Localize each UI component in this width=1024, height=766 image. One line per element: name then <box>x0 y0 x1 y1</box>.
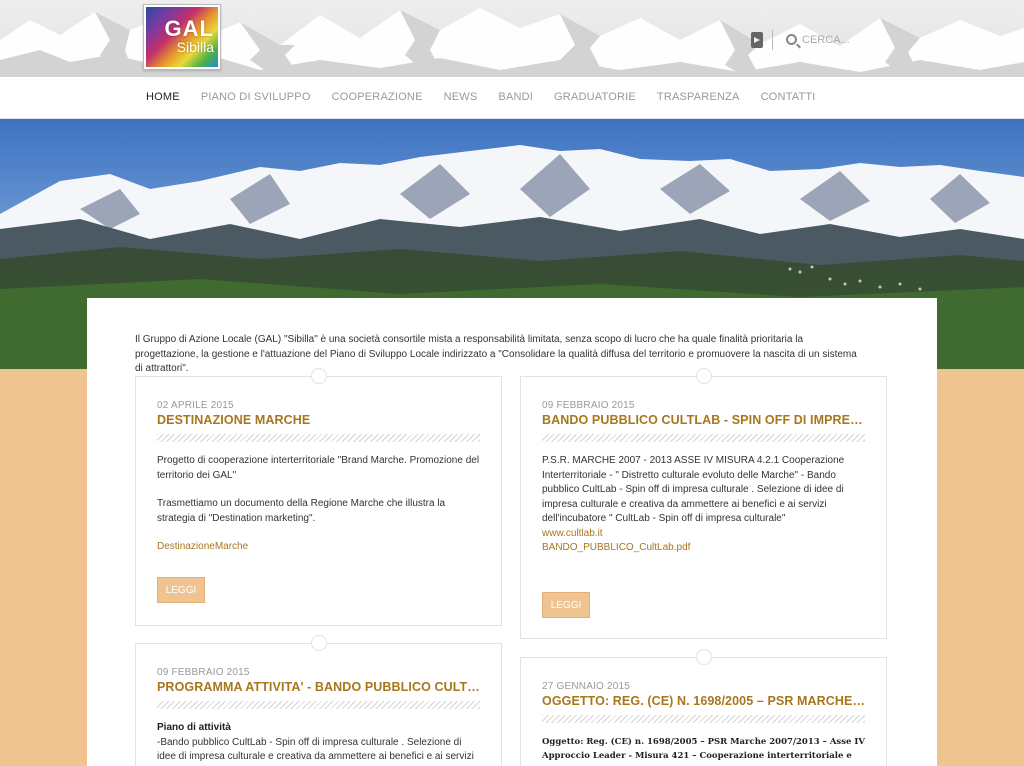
nav-item-contatti[interactable]: CONTATTI <box>761 91 816 103</box>
card-date: 27 GENNAIO 2015 <box>542 681 631 692</box>
card-paragraph: Progetto di cooperazione interterritoria… <box>157 455 480 481</box>
card-body: Oggetto: Reg. (CE) n. 1698/2005 – PSR Ma… <box>542 737 865 761</box>
card-body: Piano di attività -Bando pubblico CultLa… <box>157 721 480 766</box>
search-input[interactable] <box>802 30 982 50</box>
youtube-icon[interactable] <box>751 32 763 48</box>
gal-sibilla-logo[interactable]: GAL Sibilla <box>143 4 221 70</box>
news-card-3: 09 FEBBRAIO 2015 PROGRAMMA ATTIVITA' - B… <box>135 643 502 766</box>
logo-text-gal: GAL <box>164 16 214 41</box>
card-body: Progetto di cooperazione interterritoria… <box>157 454 480 555</box>
nav-item-cooperazione[interactable]: COOPERAZIONE <box>332 91 423 103</box>
card-notch <box>696 368 712 384</box>
search-icon[interactable] <box>786 34 797 45</box>
card-link-cultlab[interactable]: www.cultlab.it <box>542 527 865 542</box>
nav-item-piano-di-sviluppo[interactable]: PIANO DI SVILUPPO <box>201 91 311 103</box>
news-card-2: 09 FEBBRAIO 2015 BANDO PUBBLICO CULTLAB … <box>520 376 887 639</box>
card-notch <box>311 635 327 651</box>
nav-item-graduatorie[interactable]: GRADUATORIE <box>554 91 636 103</box>
card-divider <box>542 715 865 723</box>
card-date: 09 FEBBRAIO 2015 <box>542 400 635 411</box>
card-link[interactable]: DestinazioneMarche <box>157 540 480 555</box>
card-title[interactable]: BANDO PUBBLICO CULTLAB - SPIN OFF DI IMP… <box>542 413 865 427</box>
card-date: 02 APRILE 2015 <box>157 400 234 411</box>
nav-item-trasparenza[interactable]: TRASPARENZA <box>657 91 740 103</box>
card-paragraph: P.S.R. MARCHE 2007 - 2013 ASSE IV MISURA… <box>542 455 845 524</box>
site-header: GAL Sibilla <box>0 0 1024 77</box>
card-paragraph: -Bando pubblico CultLab - Spin off di im… <box>157 736 474 766</box>
leggi-button[interactable]: LEGGI <box>542 592 590 618</box>
card-divider <box>157 434 480 442</box>
card-notch <box>696 649 712 665</box>
nav-item-bandi[interactable]: BANDI <box>498 91 533 103</box>
card-link-pdf[interactable]: BANDO_PUBBLICO_CultLab.pdf <box>542 541 865 556</box>
card-subtitle: Piano di attività <box>157 722 231 733</box>
card-title[interactable]: OGGETTO: REG. (CE) N. 1698/2005 – PSR MA… <box>542 694 865 708</box>
card-divider <box>542 434 865 442</box>
card-body: P.S.R. MARCHE 2007 - 2013 ASSE IV MISURA… <box>542 454 865 556</box>
intro-text: Il Gruppo di Azione Locale (GAL) "Sibill… <box>135 334 857 374</box>
card-date: 09 FEBBRAIO 2015 <box>157 667 250 678</box>
news-card-4: 27 GENNAIO 2015 OGGETTO: REG. (CE) N. 16… <box>520 657 887 766</box>
news-card-1: 02 APRILE 2015 DESTINAZIONE MARCHE Proge… <box>135 376 502 626</box>
card-paragraph: Trasmettiamo un documento della Regione … <box>157 498 446 524</box>
search-box <box>784 30 984 50</box>
content-panel: Il Gruppo di Azione Locale (GAL) "Sibill… <box>87 298 937 766</box>
nav-item-news[interactable]: NEWS <box>444 91 478 103</box>
leggi-button[interactable]: LEGGI <box>157 577 205 603</box>
card-divider <box>157 701 480 709</box>
header-divider <box>772 30 773 50</box>
nav-item-home[interactable]: HOME <box>146 91 180 103</box>
card-title[interactable]: DESTINAZIONE MARCHE <box>157 413 480 427</box>
card-notch <box>311 368 327 384</box>
card-title[interactable]: PROGRAMMA ATTIVITA' - BANDO PUBBLICO CUL… <box>157 680 480 694</box>
main-navigation: HOME PIANO DI SVILUPPO COOPERAZIONE NEWS… <box>0 77 1024 119</box>
logo-text-sibilla: Sibilla <box>176 39 214 55</box>
